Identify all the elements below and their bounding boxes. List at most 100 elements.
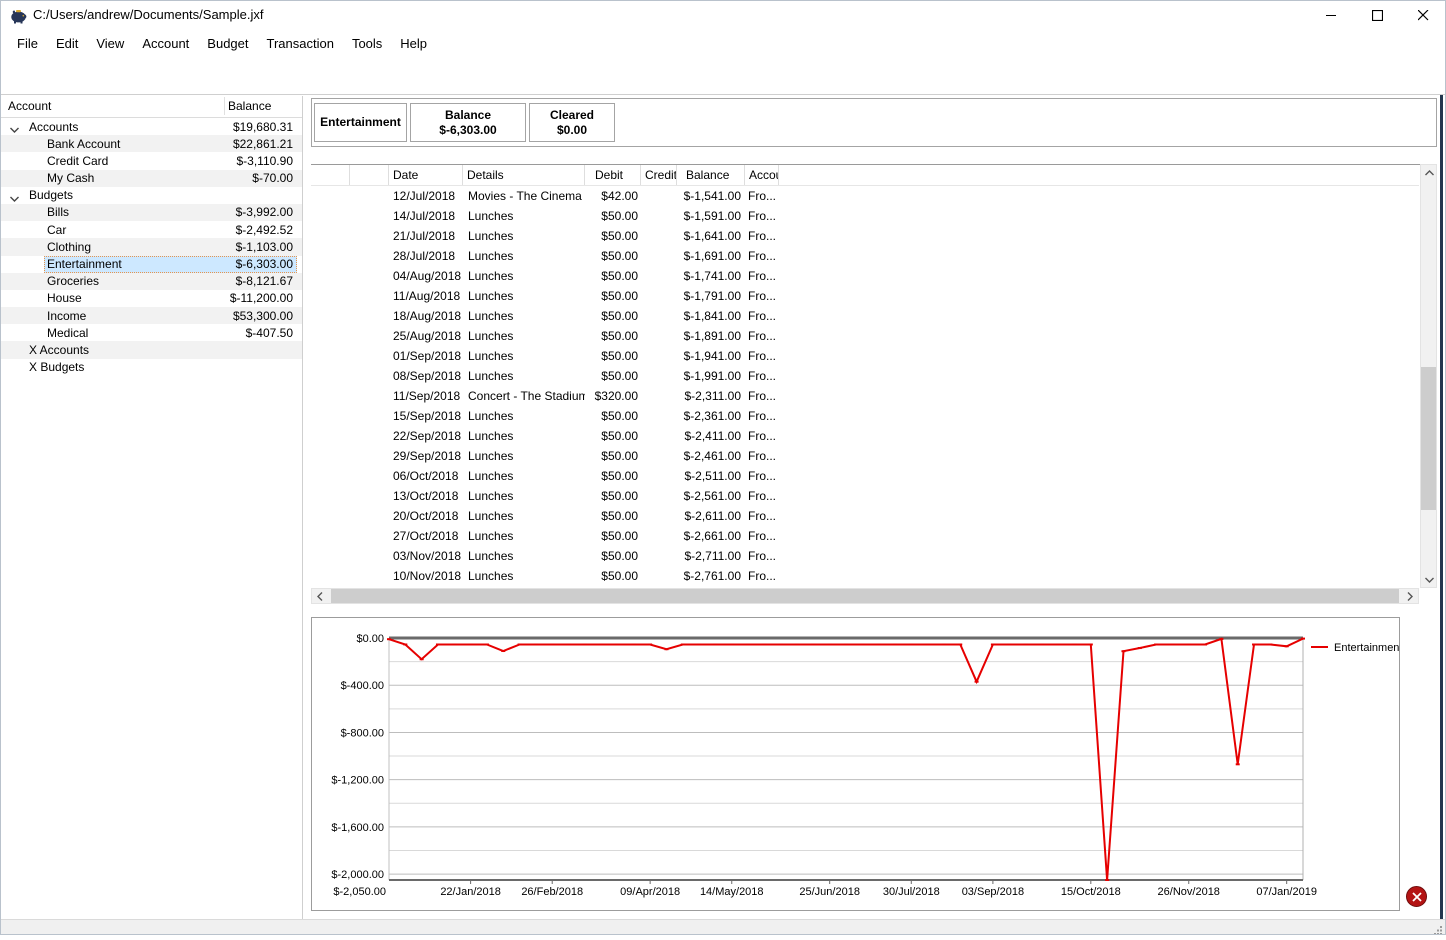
menu-item-help[interactable]: Help [391, 33, 436, 54]
vertical-scrollbar-thumb[interactable] [1421, 367, 1436, 510]
account-balance: $-2,492.52 [235, 222, 293, 237]
minimize-button[interactable] [1308, 0, 1354, 30]
horizontal-scrollbar-thumb[interactable] [331, 589, 1399, 603]
table-row[interactable]: 10/Nov/2018 Lunches $50.00 $-2,761.00 Fro... [311, 566, 1419, 586]
scroll-right-icon[interactable] [1402, 589, 1418, 604]
data-point-marker [664, 648, 669, 651]
sidebar-item-medical[interactable]: Medical $-407.50 [0, 324, 302, 341]
table-row[interactable]: 15/Sep/2018 Lunches $50.00 $-2,361.00 Fro... [311, 406, 1419, 426]
account-balance: $-1,103.00 [235, 239, 293, 254]
account-name-tab[interactable]: Entertainment [314, 103, 407, 142]
cell-credit [641, 306, 677, 326]
cell-details: Lunches [468, 309, 514, 323]
sidebar-item-clothing[interactable]: Clothing $-1,103.00 [0, 238, 302, 256]
menu-item-account[interactable]: Account [133, 33, 198, 54]
sidebar-item-groceries[interactable]: Groceries $-8,121.67 [0, 272, 302, 290]
cell-details: Movies - The Cinema [468, 189, 582, 203]
series-line-entertainment [388, 637, 1304, 881]
column-header-debit[interactable]: Debit [585, 165, 641, 185]
table-row[interactable]: 13/Oct/2018 Lunches $50.00 $-2,561.00 Fro... [311, 486, 1419, 506]
cell-date: 06/Oct/2018 [393, 469, 459, 483]
maximize-button[interactable] [1354, 0, 1400, 30]
cell-details: Lunches [468, 549, 514, 563]
sidebar-item-x-accounts[interactable]: X Accounts [0, 341, 302, 359]
column-header-blank1[interactable] [350, 165, 389, 185]
close-chart-icon[interactable] [1406, 886, 1427, 907]
cell-balance: $-2,461.00 [683, 449, 741, 463]
close-button[interactable] [1400, 0, 1446, 30]
data-point-marker [974, 680, 979, 683]
sidebar-item-credit-card[interactable]: Credit Card $-3,110.90 [0, 152, 302, 169]
column-divider[interactable] [224, 97, 225, 115]
chevron-down-icon[interactable] [10, 191, 19, 205]
table-row[interactable]: 11/Sep/2018 Concert - The Stadium $320.00 $… [311, 386, 1419, 406]
data-point-marker [1235, 763, 1240, 766]
data-point-marker [697, 643, 702, 646]
data-point-marker [876, 643, 881, 646]
table-row[interactable]: 12/Jul/2018 Movies - The Cinema $42.00 $-1,… [311, 186, 1419, 206]
data-point-marker [1154, 643, 1159, 646]
sidebar-item-entertainment[interactable]: Entertainment $-6,303.00 [0, 255, 302, 273]
table-row[interactable]: 01/Sep/2018 Lunches $50.00 $-1,941.00 Fro... [311, 346, 1419, 366]
table-row[interactable]: 28/Jul/2018 Lunches $50.00 $-1,691.00 Fro... [311, 246, 1419, 266]
sidebar-item-accounts[interactable]: Accounts $19,680.31 [0, 118, 302, 135]
data-point-marker [403, 643, 408, 646]
table-row[interactable]: 14/Jul/2018 Lunches $50.00 $-1,591.00 Fro... [311, 206, 1419, 226]
menu-item-transaction[interactable]: Transaction [258, 33, 343, 54]
account-label: Accounts [29, 119, 79, 134]
column-header-account[interactable]: Account [745, 165, 779, 185]
sidebar-item-car[interactable]: Car $-2,492.52 [0, 221, 302, 238]
cell-debit: $50.00 [601, 569, 638, 583]
table-row[interactable]: 11/Aug/2018 Lunches $50.00 $-1,791.00 Fro... [311, 286, 1419, 306]
column-header-balance[interactable]: Balance [677, 165, 745, 185]
table-row[interactable]: 08/Sep/2018 Lunches $50.00 $-1,991.00 Fro... [311, 366, 1419, 386]
column-header-blank0[interactable] [311, 165, 350, 185]
column-header-details[interactable]: Details [463, 165, 585, 185]
scroll-left-icon[interactable] [312, 589, 328, 604]
cleared-summary-box: Cleared $0.00 [529, 103, 615, 142]
column-header-date[interactable]: Date [389, 165, 463, 185]
sidebar-item-x-budgets[interactable]: X Budgets [0, 359, 302, 376]
chevron-down-icon[interactable] [10, 122, 19, 136]
cell-blank [350, 546, 389, 566]
sidebar-item-house[interactable]: House $-11,200.00 [0, 290, 302, 307]
sidebar-item-bills[interactable]: Bills $-3,992.00 [0, 203, 302, 222]
table-row[interactable]: 21/Jul/2018 Lunches $50.00 $-1,641.00 Fro... [311, 226, 1419, 246]
cell-balance: $-1,541.00 [683, 189, 741, 203]
resize-grip-icon[interactable] [1433, 922, 1443, 935]
scroll-up-icon[interactable] [1421, 165, 1437, 180]
sidebar-item-bank-account[interactable]: Bank Account $22,861.21 [0, 135, 302, 153]
cell-debit: $50.00 [601, 229, 638, 243]
sidebar-item-income[interactable]: Income $53,300.00 [0, 307, 302, 325]
menu-item-file[interactable]: File [8, 33, 47, 54]
menu-item-view[interactable]: View [87, 33, 133, 54]
cell-details: Lunches [468, 409, 514, 423]
column-header-credit[interactable]: Credit [641, 165, 677, 185]
table-row[interactable]: 04/Aug/2018 Lunches $50.00 $-1,741.00 Fro... [311, 266, 1419, 286]
scroll-down-icon[interactable] [1421, 572, 1437, 587]
data-point-marker [1301, 637, 1305, 640]
cell-balance: $-2,411.00 [684, 429, 742, 443]
cell-debit: $320.00 [594, 389, 638, 403]
table-row[interactable]: 06/Oct/2018 Lunches $50.00 $-2,511.00 Fro... [311, 466, 1419, 486]
table-row[interactable]: 25/Aug/2018 Lunches $50.00 $-1,891.00 Fro... [311, 326, 1419, 346]
account-label: Medical [47, 325, 89, 340]
table-row[interactable]: 20/Oct/2018 Lunches $50.00 $-2,611.00 Fro... [311, 506, 1419, 526]
cell-balance: $-1,991.00 [683, 369, 741, 383]
cell-date: 08/Sep/2018 [393, 369, 462, 383]
menu-item-tools[interactable]: Tools [343, 33, 391, 54]
data-point-marker [713, 643, 718, 646]
table-row[interactable]: 03/Nov/2018 Lunches $50.00 $-2,711.00 Fro... [311, 546, 1419, 566]
menu-item-budget[interactable]: Budget [198, 33, 257, 54]
menu-item-edit[interactable]: Edit [47, 33, 87, 54]
table-row[interactable]: 22/Sep/2018 Lunches $50.00 $-2,411.00 Fro... [311, 426, 1419, 446]
table-row[interactable]: 18/Aug/2018 Lunches $50.00 $-1,841.00 Fro... [311, 306, 1419, 326]
table-row[interactable]: 27/Oct/2018 Lunches $50.00 $-2,661.00 Fro... [311, 526, 1419, 546]
sidebar-item-my-cash[interactable]: My Cash $-70.00 [0, 169, 302, 187]
table-row[interactable]: 29/Sep/2018 Lunches $50.00 $-2,461.00 Fro... [311, 446, 1419, 466]
window-title: C:/Users/andrew/Documents/Sample.jxf [33, 7, 264, 22]
sidebar-item-budgets[interactable]: Budgets [0, 187, 302, 204]
data-point-marker [566, 643, 571, 646]
data-point-marker [1284, 645, 1289, 648]
data-point-marker [533, 643, 538, 646]
